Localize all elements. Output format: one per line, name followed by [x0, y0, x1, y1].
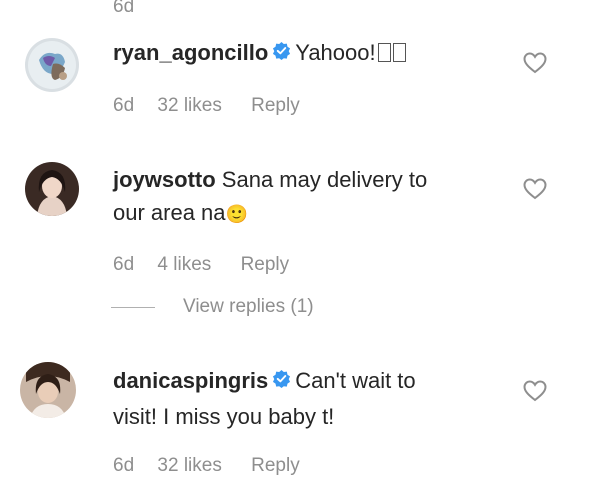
verified-badge-icon: [272, 36, 291, 69]
comment-text-line2: our area na: [113, 200, 226, 225]
comment-username[interactable]: joywsotto: [113, 167, 216, 192]
missing-glyph-box: [377, 43, 391, 63]
comment-meta: 6d 32 likes Reply: [113, 455, 300, 477]
comment-text-line2: visit! I miss you baby t!: [113, 404, 335, 430]
comment-text-line1: Can't wait to: [295, 368, 416, 393]
avatar-danicaspingris[interactable]: [20, 362, 76, 418]
comment-time: 6d: [113, 254, 135, 275]
view-replies-button[interactable]: View replies (1): [183, 296, 314, 318]
comment-meta: 6d 32 likes Reply: [113, 95, 300, 117]
likes-count[interactable]: 4 likes: [157, 254, 211, 276]
comment-ryan-agoncillo: ryan_agoncillo Yahooo!: [113, 36, 406, 72]
avatar-joywsotto[interactable]: [25, 162, 79, 216]
avatar-ryan-agoncillo[interactable]: [25, 38, 79, 92]
comment-username[interactable]: danicaspingris: [113, 368, 268, 393]
comment-text-line1: Sana may delivery to: [221, 167, 428, 192]
reply-button[interactable]: Reply: [251, 455, 300, 477]
comment-text: Yahooo!: [295, 40, 376, 65]
replies-divider: [111, 307, 155, 308]
comment-danicaspingris: danicaspingris Can't wait to visit! I mis…: [113, 364, 493, 433]
comment-time: 6d: [113, 95, 135, 116]
comment-username[interactable]: ryan_agoncillo: [113, 40, 268, 65]
likes-count[interactable]: 32 likes: [157, 95, 221, 117]
verified-badge-icon: [272, 364, 291, 397]
comment-meta: 6d 4 likes Reply: [113, 254, 289, 276]
heart-icon[interactable]: [523, 52, 547, 79]
likes-count[interactable]: 32 likes: [157, 455, 221, 477]
reply-button[interactable]: Reply: [241, 254, 290, 276]
previous-comment-time: 6d: [113, 0, 135, 17]
comment-joywsotto: joywsotto Sana may delivery to our area …: [113, 163, 493, 231]
missing-glyph-box: [392, 43, 406, 63]
heart-icon[interactable]: [523, 380, 547, 407]
comment-time: 6d: [113, 455, 135, 476]
smile-emoji: 🙂: [225, 204, 248, 224]
reply-button[interactable]: Reply: [251, 95, 300, 117]
heart-icon[interactable]: [523, 178, 547, 205]
